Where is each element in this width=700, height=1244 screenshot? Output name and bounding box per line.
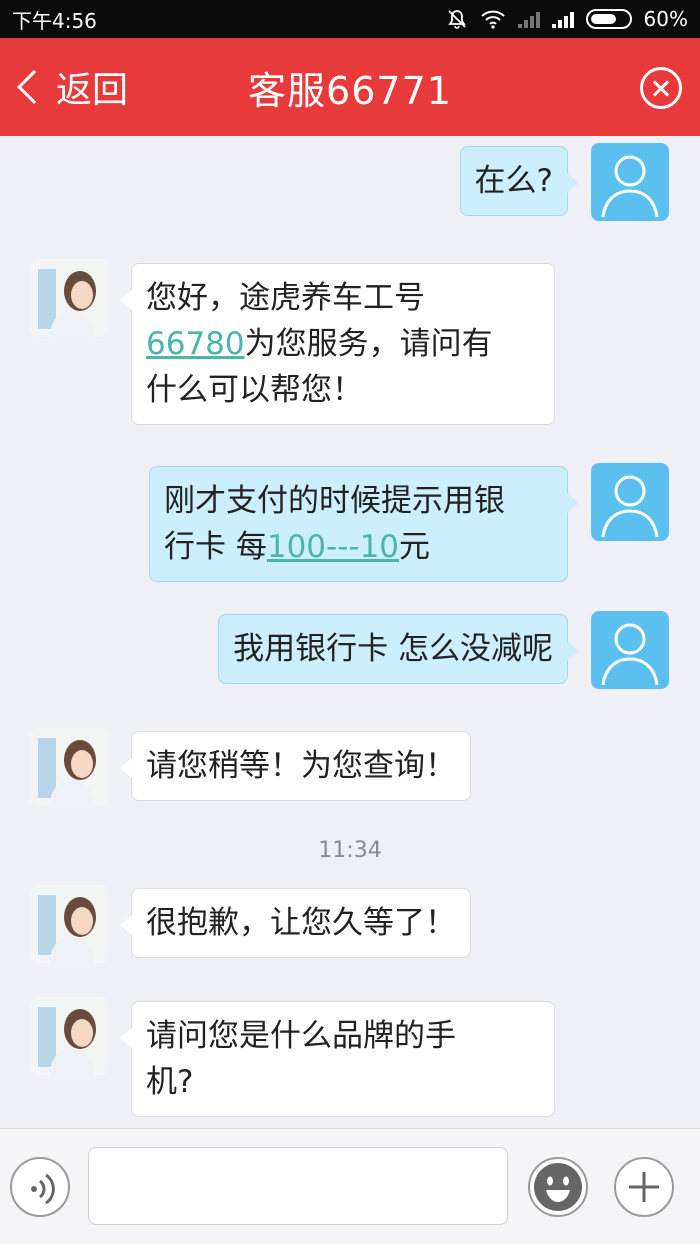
message-bubble-outgoing[interactable]: 在么?	[459, 146, 580, 216]
message-text: 在么?	[474, 163, 553, 199]
user-icon	[601, 475, 659, 538]
back-label: 返回	[56, 70, 129, 111]
status-icons: 60%	[446, 7, 688, 31]
status-bar: 下午4:56 60%	[0, 0, 700, 38]
message-text: 请您稍等！为您查询！	[146, 748, 456, 784]
add-button[interactable]	[614, 1157, 674, 1217]
emoji-button[interactable]	[528, 1157, 588, 1217]
battery-icon	[585, 9, 632, 29]
message-text: 我用银行卡 怎么没减呢	[233, 631, 553, 667]
signal-icon-sim1	[517, 10, 540, 28]
voice-button[interactable]	[10, 1157, 70, 1217]
signal-icon-sim2	[551, 10, 574, 28]
agent-avatar-image	[38, 269, 96, 337]
message-bubble-incoming[interactable]: 您好，途虎养车工号 66780为您服务，请问有 什么可以帮您！	[120, 263, 555, 425]
message-line: 请问您是什么品牌的手	[146, 1018, 456, 1054]
message-line: 行卡 每100---10元	[164, 529, 431, 565]
user-avatar[interactable]	[591, 611, 669, 689]
agent-avatar[interactable]	[30, 728, 108, 806]
agent-avatar[interactable]	[30, 885, 108, 963]
message-link[interactable]: 100---10	[267, 529, 399, 565]
agent-avatar[interactable]	[30, 997, 108, 1075]
emoji-icon	[534, 1163, 582, 1211]
message-line: 什么可以帮您！	[146, 372, 363, 408]
message-bubble-outgoing[interactable]: 我用银行卡 怎么没减呢	[218, 614, 579, 684]
back-button[interactable]: 返回	[12, 38, 128, 136]
voice-icon	[31, 1173, 55, 1205]
agent-avatar-image	[38, 738, 96, 806]
mute-bell-icon	[447, 10, 466, 29]
user-icon	[601, 623, 659, 686]
close-button[interactable]	[640, 67, 682, 109]
message-link[interactable]: 66780	[146, 326, 245, 362]
message-bubble-incoming[interactable]: 请您稍等！为您查询！	[120, 731, 471, 801]
message-line: 机?	[146, 1064, 194, 1100]
message-bubble-incoming[interactable]: 很抱歉，让您久等了！	[120, 888, 471, 958]
message-line: 66780为您服务，请问有	[146, 326, 493, 362]
user-icon	[601, 155, 659, 218]
wifi-icon	[480, 10, 505, 29]
message-line: 刚才支付的时候提示用银	[164, 483, 505, 519]
message-bubble-incoming[interactable]: 请问您是什么品牌的手 机?	[120, 1001, 555, 1117]
page-title: 客服66771	[248, 68, 452, 113]
user-avatar[interactable]	[591, 143, 669, 221]
battery-percent: 60%	[643, 7, 688, 31]
message-text: 很抱歉，让您久等了！	[146, 905, 456, 941]
user-avatar[interactable]	[591, 463, 669, 541]
message-bubble-outgoing[interactable]: 刚才支付的时候提示用银 行卡 每100---10元	[149, 466, 579, 582]
message-timestamp: 11:34	[318, 838, 382, 863]
agent-avatar[interactable]	[30, 259, 108, 337]
input-bar	[0, 1128, 700, 1244]
header-bar: 返回 客服66771	[0, 38, 700, 136]
chevron-left-icon	[17, 70, 51, 104]
agent-avatar-image	[38, 895, 96, 963]
message-line: 您好，途虎养车工号	[146, 280, 425, 316]
message-input[interactable]	[88, 1147, 508, 1225]
status-time: 下午4:56	[12, 8, 97, 33]
plus-icon	[629, 1172, 659, 1202]
agent-avatar-image	[38, 1007, 96, 1075]
